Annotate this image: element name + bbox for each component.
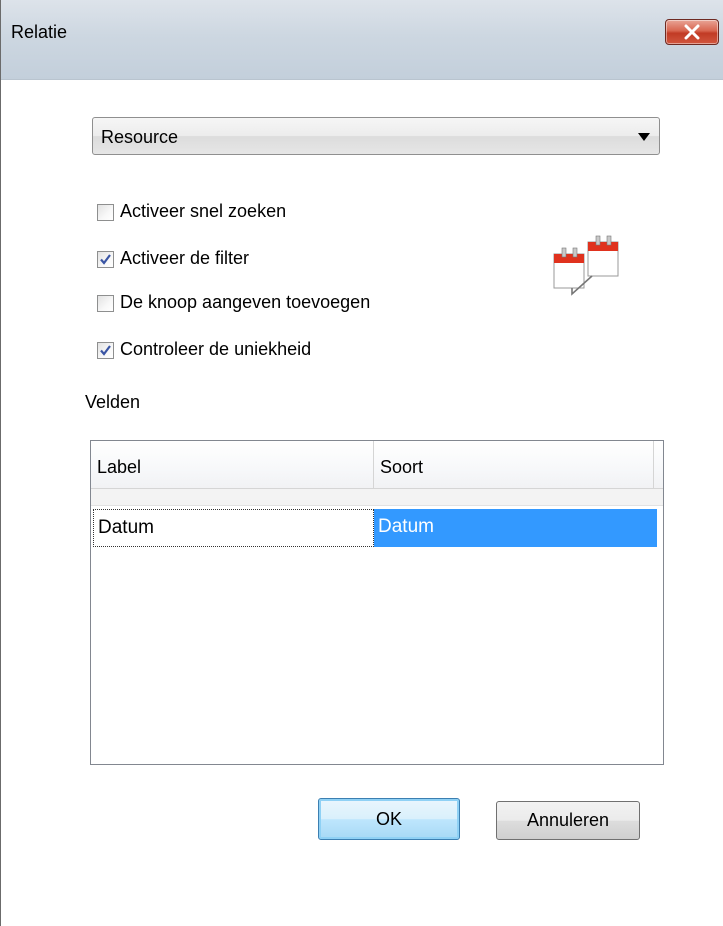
close-button[interactable] (665, 19, 719, 45)
dialog-window: Relatie Resource Activeer snel zoeken Ac… (0, 0, 723, 926)
close-icon (684, 24, 700, 40)
checkbox-label: Activeer de filter (120, 248, 250, 268)
checkbox-label: De knoop aangeven toevoegen (120, 292, 371, 312)
checkbox-box[interactable] (97, 251, 114, 268)
cancel-button[interactable]: Annuleren (496, 801, 640, 840)
calendar-link-icon (553, 235, 619, 296)
title-bar: Relatie (1, 0, 723, 80)
checkmark-icon (100, 345, 111, 356)
checkbox-box[interactable] (97, 295, 114, 312)
column-header-label[interactable]: Label (91, 441, 374, 488)
checkbox-label: Activeer snel zoeken (120, 201, 287, 221)
chevron-down-icon (638, 133, 650, 141)
checkmark-icon (100, 254, 111, 265)
checkbox-box[interactable] (97, 204, 114, 221)
table-cell-label[interactable]: Datum (93, 509, 374, 547)
table-cell-soort[interactable]: Datum (374, 509, 657, 547)
table-row[interactable]: Datum Datum (91, 509, 659, 547)
checkbox-label: Controleer de uniekheid (120, 339, 312, 359)
header-spacer (91, 489, 663, 506)
fields-table[interactable]: Label Soort Datum Datum (90, 440, 664, 765)
window-title: Relatie (11, 22, 68, 42)
dropdown-selected-value: Resource (101, 127, 179, 147)
checkbox-box[interactable] (97, 342, 114, 359)
relation-type-dropdown[interactable]: Resource (92, 117, 660, 155)
table-header: Label Soort (91, 441, 663, 489)
fields-section-label: Velden (85, 392, 141, 412)
ok-button[interactable]: OK (318, 798, 460, 840)
column-header-soort[interactable]: Soort (374, 441, 654, 488)
